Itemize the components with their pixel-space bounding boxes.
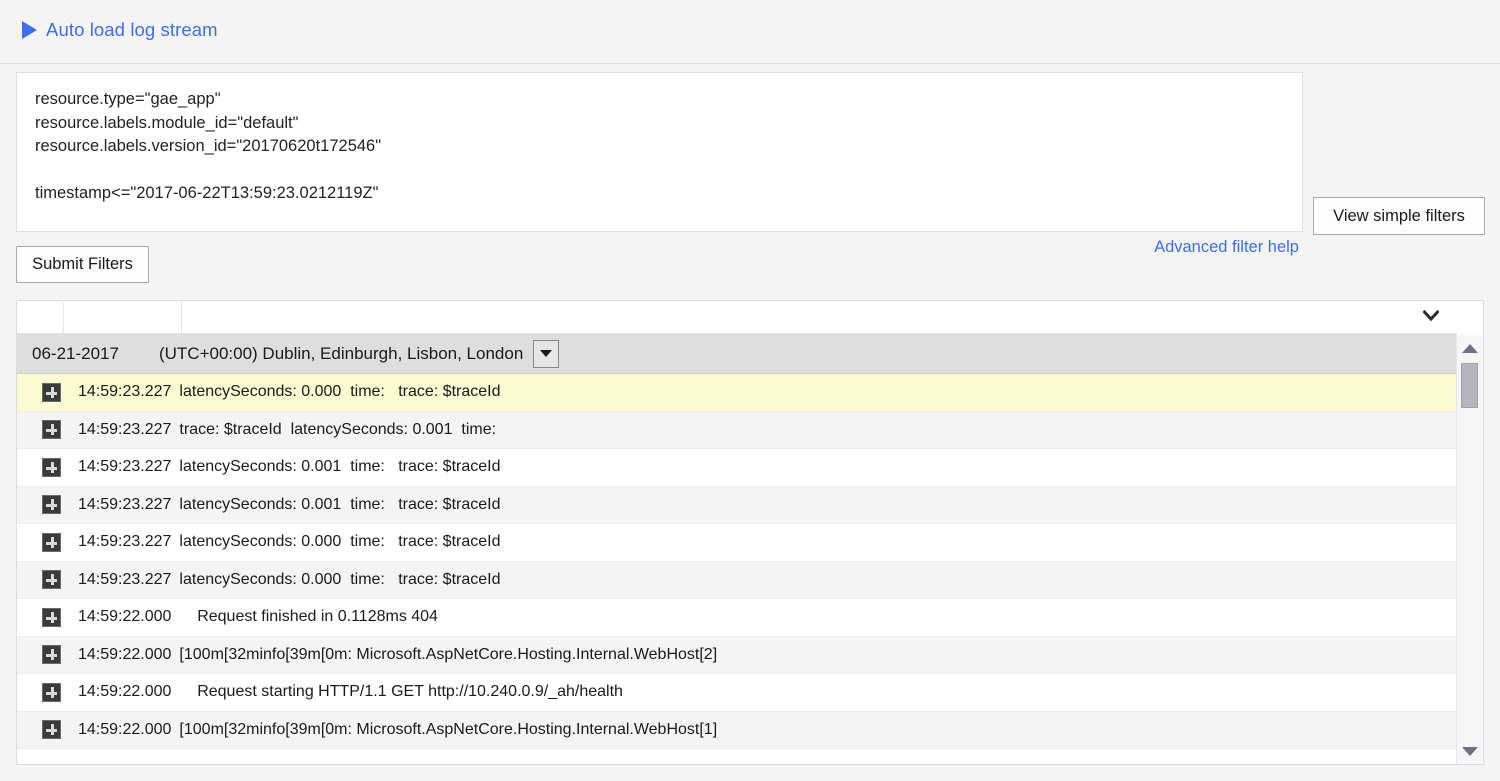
column-header-expand[interactable] xyxy=(17,302,64,333)
log-row-message: [100m[32minfo[39m[0m: Microsoft.AspNetCo… xyxy=(179,720,718,738)
scroll-up-arrow-icon[interactable] xyxy=(1457,337,1483,359)
log-row-timestamp: 14:59:22.000 xyxy=(78,683,172,701)
log-row-timestamp: 14:59:23.227 xyxy=(78,458,172,476)
log-rows-container: 14:59:23.227 latencySeconds: 0.000 time: … xyxy=(17,374,1457,749)
log-vertical-scrollbar[interactable] xyxy=(1456,335,1482,764)
expand-entry-icon[interactable] xyxy=(42,532,61,552)
log-row[interactable]: 14:59:23.227 trace: $traceId latencySecon… xyxy=(17,411,1457,449)
log-row-timestamp: 14:59:22.000 xyxy=(78,645,172,663)
advanced-filter-help-link[interactable]: Advanced filter help xyxy=(1154,238,1299,257)
chevron-down-icon[interactable] xyxy=(1423,310,1439,322)
log-entries-panel: 06-21-2017 (UTC+00:00) Dublin, Edinburgh… xyxy=(16,300,1484,765)
log-row-timestamp: 14:59:22.000 xyxy=(78,720,172,738)
auto-load-log-stream-label: Auto load log stream xyxy=(46,19,218,40)
log-row-message: Request finished in 0.1128ms 404 xyxy=(179,608,438,626)
log-row-message: [100m[32minfo[39m[0m: Microsoft.AspNetCo… xyxy=(179,645,718,663)
column-header-message[interactable] xyxy=(182,302,1457,333)
filter-query-text[interactable]: resource.type="gae_app" resource.labels.… xyxy=(17,73,1302,206)
log-row-message: latencySeconds: 0.001 time: trace: $trac… xyxy=(179,458,501,476)
log-row[interactable]: 14:59:23.227 latencySeconds: 0.000 time: … xyxy=(17,524,1457,562)
log-row[interactable]: 14:59:22.000 Request finished in 0.1128m… xyxy=(17,599,1457,637)
log-row-message: latencySeconds: 0.000 time: trace: $trac… xyxy=(179,533,501,551)
scroll-thumb[interactable] xyxy=(1461,363,1478,408)
log-row[interactable]: 14:59:22.000 [100m[32minfo[39m[0m: Micros… xyxy=(17,636,1457,674)
log-row[interactable]: 14:59:23.227 latencySeconds: 0.000 time: … xyxy=(17,374,1457,412)
log-row-timestamp: 14:59:23.227 xyxy=(78,383,172,401)
view-simple-filters-button[interactable]: View simple filters xyxy=(1313,197,1485,235)
auto-load-log-stream-button[interactable]: Auto load log stream xyxy=(22,19,218,41)
expand-entry-icon[interactable] xyxy=(42,495,61,515)
log-row[interactable]: 14:59:22.000 [100m[32minfo[39m[0m: Micros… xyxy=(17,711,1457,749)
caret-down-icon xyxy=(540,350,553,357)
log-row-timestamp: 14:59:23.227 xyxy=(78,533,172,551)
log-row-message: latencySeconds: 0.000 time: trace: $trac… xyxy=(179,383,501,401)
expand-entry-icon[interactable] xyxy=(42,382,61,402)
timezone-dropdown-button[interactable] xyxy=(533,339,560,368)
submit-filters-button[interactable]: Submit Filters xyxy=(16,246,149,283)
log-date-timezone-row: 06-21-2017 (UTC+00:00) Dublin, Edinburgh… xyxy=(17,334,1457,374)
expand-entry-icon[interactable] xyxy=(42,682,61,702)
log-column-header xyxy=(17,301,1457,334)
log-row-timestamp: 14:59:23.227 xyxy=(78,420,172,438)
log-row-message: latencySeconds: 0.001 time: trace: $trac… xyxy=(179,495,501,513)
log-row-message: latencySeconds: 0.000 time: trace: $trac… xyxy=(179,570,501,588)
log-row-message: Request starting HTTP/1.1 GET http://10.… xyxy=(179,683,623,701)
expand-entry-icon[interactable] xyxy=(42,607,61,627)
log-row[interactable]: 14:59:22.000 Request starting HTTP/1.1 G… xyxy=(17,674,1457,712)
expand-entry-icon[interactable] xyxy=(42,420,61,440)
log-timezone-label: (UTC+00:00) Dublin, Edinburgh, Lisbon, L… xyxy=(158,343,524,363)
expand-entry-icon[interactable] xyxy=(42,457,61,477)
log-row-timestamp: 14:59:23.227 xyxy=(78,495,172,513)
play-triangle-icon xyxy=(22,21,37,39)
expand-entry-icon[interactable] xyxy=(42,720,61,740)
column-header-timestamp[interactable] xyxy=(64,302,182,333)
advanced-filter-textarea[interactable]: resource.type="gae_app" resource.labels.… xyxy=(16,72,1303,232)
log-row[interactable]: 14:59:23.227 latencySeconds: 0.000 time: … xyxy=(17,561,1457,599)
expand-entry-icon[interactable] xyxy=(42,570,61,590)
scroll-down-arrow-icon[interactable] xyxy=(1457,740,1483,762)
log-row[interactable]: 14:59:23.227 latencySeconds: 0.001 time: … xyxy=(17,449,1457,487)
log-row-message: trace: $traceId latencySeconds: 0.001 ti… xyxy=(179,420,497,438)
log-row[interactable]: 14:59:23.227 latencySeconds: 0.001 time: … xyxy=(17,486,1457,524)
log-date-label: 06-21-2017 xyxy=(32,343,119,363)
top-bar: Auto load log stream xyxy=(0,0,1500,64)
log-row-timestamp: 14:59:22.000 xyxy=(78,608,172,626)
expand-entry-icon[interactable] xyxy=(42,645,61,665)
log-row-timestamp: 14:59:23.227 xyxy=(78,570,172,588)
